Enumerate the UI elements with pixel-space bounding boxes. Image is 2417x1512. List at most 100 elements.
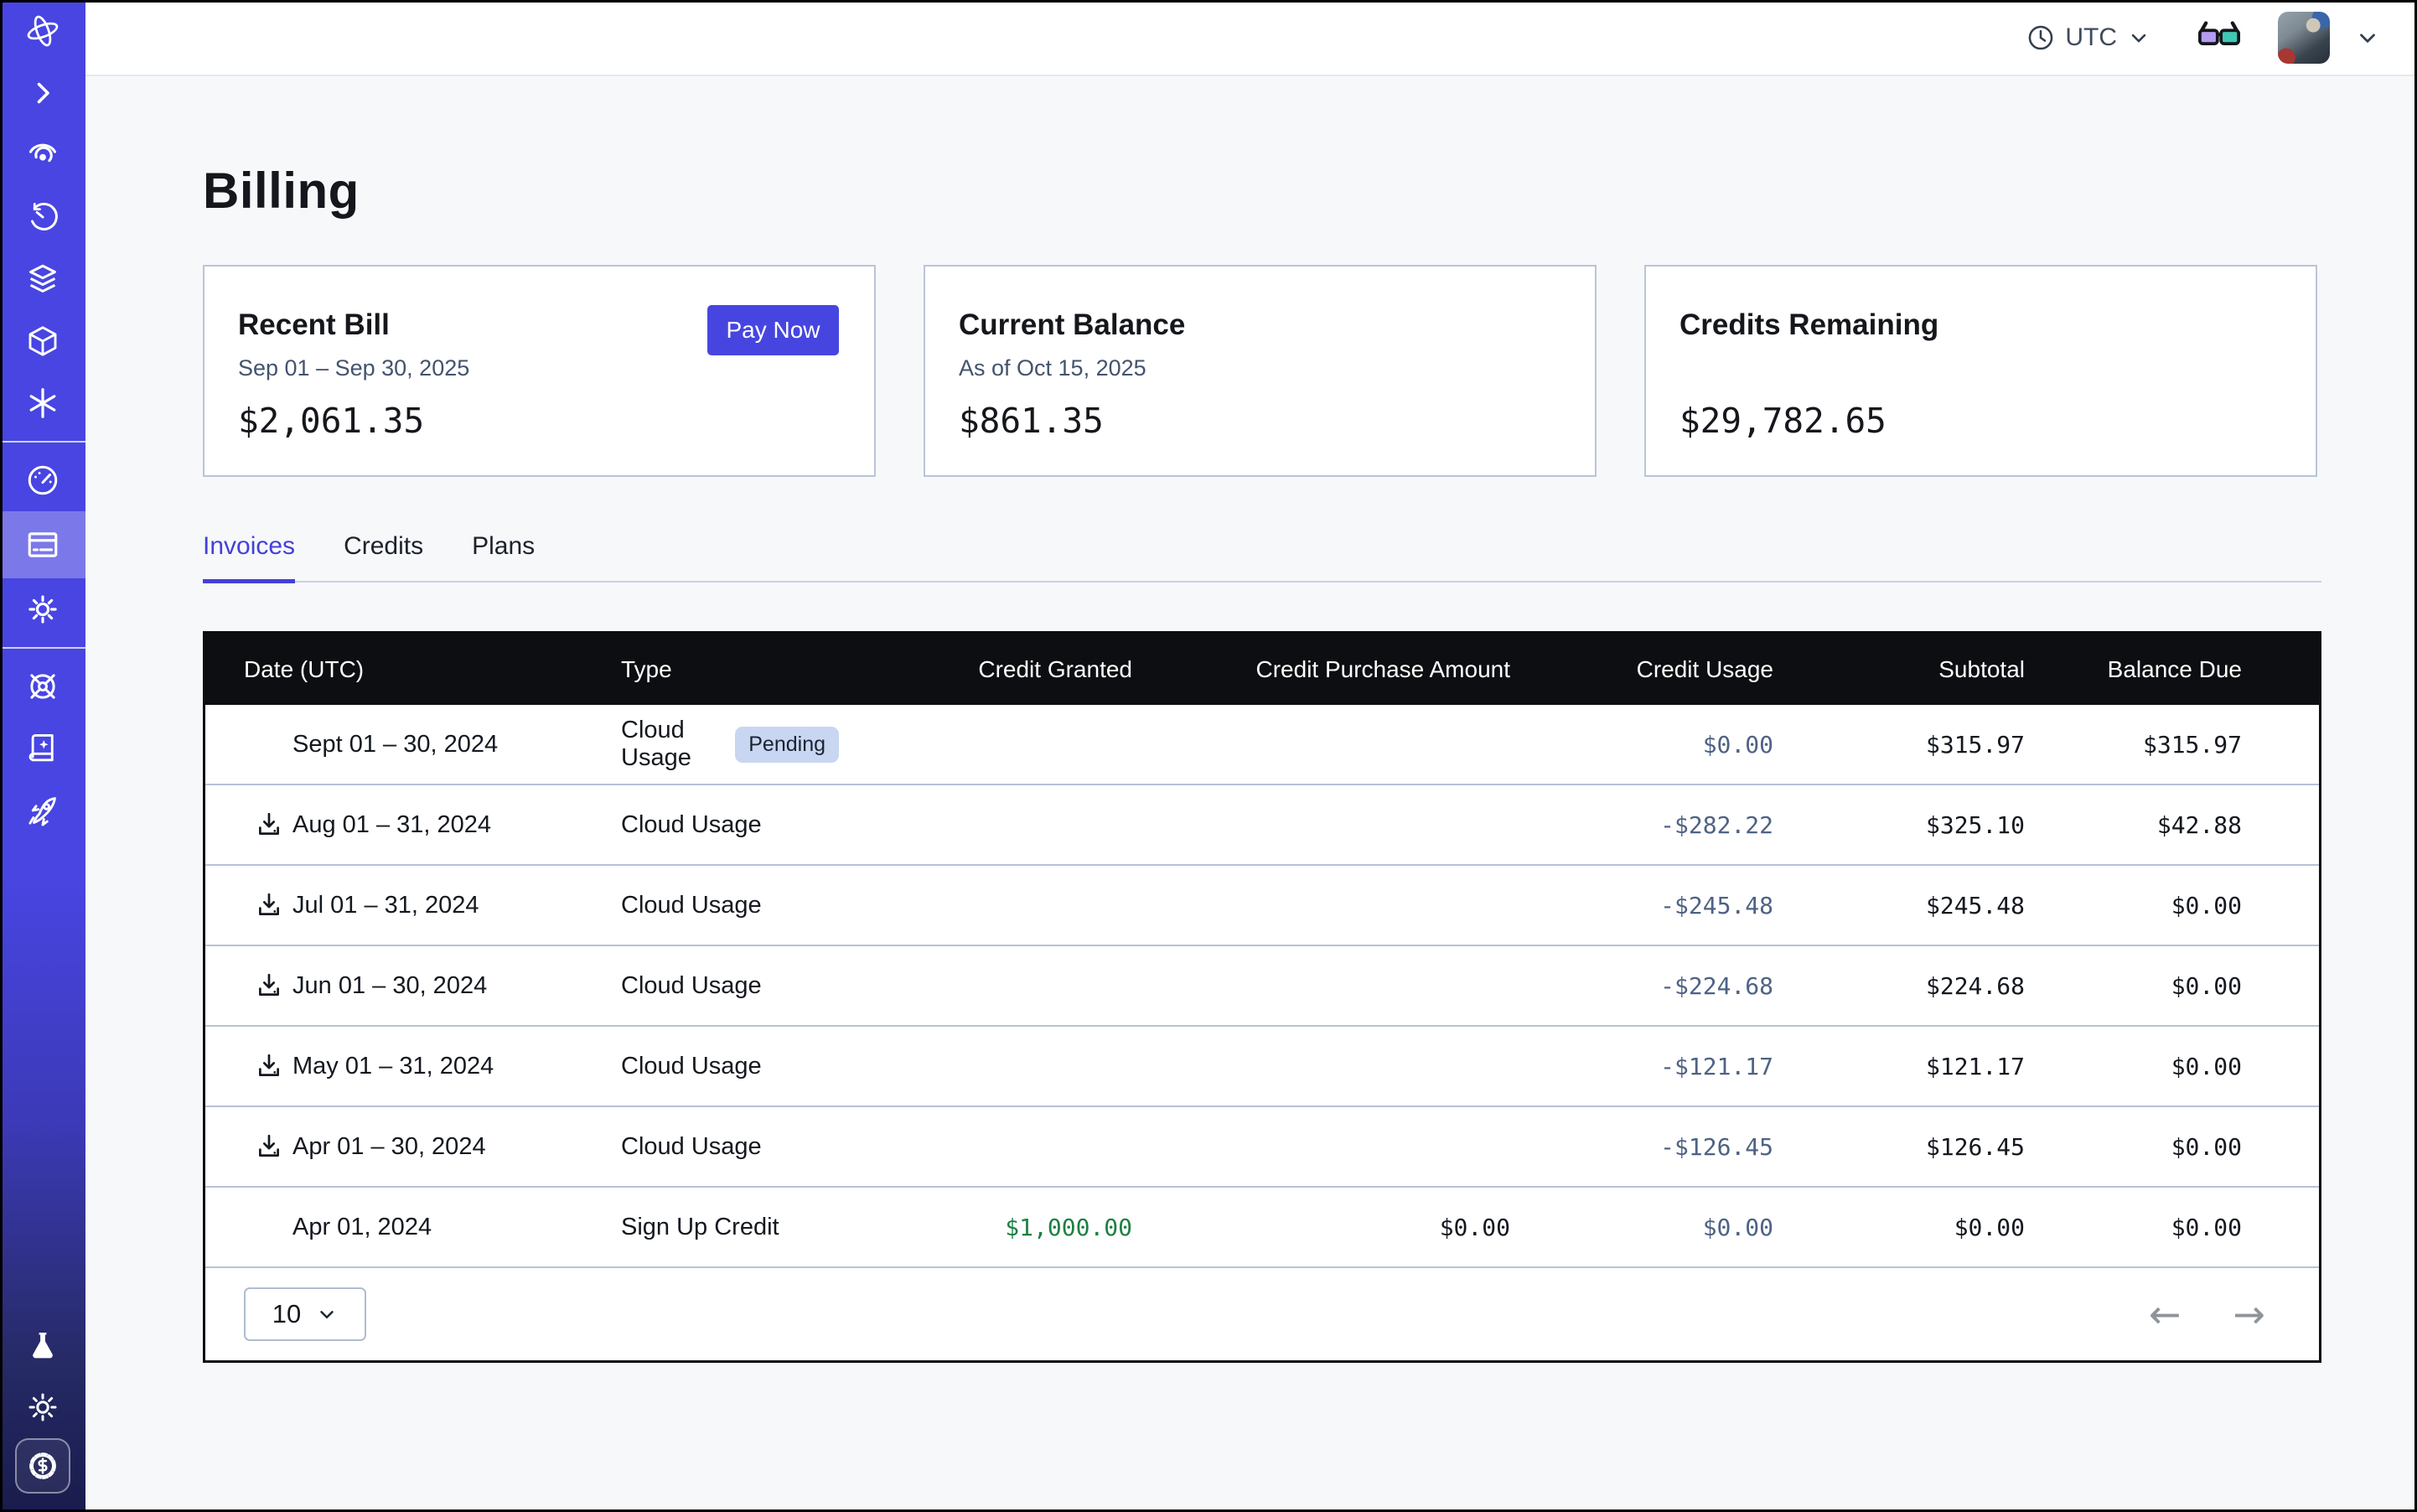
timezone-selector[interactable]: UTC [2026,23,2150,52]
layers-icon[interactable] [0,248,85,310]
col-header-subtotal: Subtotal [1773,656,2025,683]
invoice-period: Apr 01 – 30, 2024 [292,1133,486,1161]
date-cell: Apr 01, 2024 [244,1214,621,1241]
next-page-arrow-icon[interactable]: → [2233,1295,2265,1333]
col-header-balance-due: Balance Due [2025,656,2242,683]
card-subtitle [1679,355,2282,381]
page-size-select[interactable]: 10 [244,1287,366,1341]
sidebar-item-billing[interactable] [0,511,85,578]
type-cell: Cloud Usage [621,1053,839,1080]
credit-usage-value: -$224.68 [1510,972,1773,1000]
recent-bill-card: Recent Bill Sep 01 – Sep 30, 2025 $2,061… [203,265,876,477]
col-header-date: Date (UTC) [244,656,621,683]
download-invoice-icon[interactable] [244,971,292,1000]
history-icon[interactable] [0,186,85,248]
invoice-type: Cloud Usage [621,717,720,772]
tab-invoices[interactable]: Invoices [203,532,295,581]
prev-page-arrow-icon[interactable]: ← [2149,1295,2182,1333]
card-amount: $2,061.35 [238,401,424,441]
date-cell: Jun 01 – 30, 2024 [244,971,621,1000]
card-subtitle: As of Oct 15, 2025 [959,355,1561,381]
invoices-table: Date (UTC) Type Credit Granted Credit Pu… [203,631,2321,1363]
date-cell: Jul 01 – 31, 2024 [244,891,621,919]
invoice-type: Cloud Usage [621,972,762,1000]
download-invoice-icon[interactable] [244,891,292,919]
subtotal-value: $126.45 [1773,1133,2025,1161]
chevron-down-icon [316,1303,338,1325]
user-menu-chevron-icon[interactable] [2355,25,2380,50]
billing-tabs: Invoices Credits Plans [203,532,2321,583]
gauge-icon[interactable] [0,449,85,511]
table-row: Apr 01 – 30, 2024 Cloud Usage -$126.45 $… [205,1107,2319,1188]
invoice-period: Jun 01 – 30, 2024 [292,972,487,1000]
book-sparkle-icon[interactable] [0,717,85,779]
col-header-credit-granted: Credit Granted [839,656,1132,683]
credit-usage-value: -$282.22 [1510,811,1773,839]
app-window: UTC Billing Re [0,0,2417,1512]
credit-usage-value: $0.00 [1510,1214,1773,1241]
3d-glasses-icon[interactable] [2197,18,2241,56]
date-cell: Sept 01 – 30, 2024 [244,731,621,759]
flask-icon[interactable] [0,1314,85,1376]
subtotal-value: $121.17 [1773,1053,2025,1080]
summary-cards: Recent Bill Sep 01 – Sep 30, 2025 $2,061… [203,265,2321,477]
asterisk-icon[interactable] [0,372,85,434]
table-row: Aug 01 – 31, 2024 Cloud Usage -$282.22 $… [205,785,2319,866]
col-header-type: Type [621,656,839,683]
type-cell: Sign Up Credit [621,1214,839,1241]
timezone-label: UTC [2065,23,2117,52]
balance-due-value: $42.88 [2025,811,2242,839]
invoice-period: Sept 01 – 30, 2024 [292,731,498,759]
balance-due-value: $0.00 [2025,1133,2242,1161]
tab-plans[interactable]: Plans [472,532,535,581]
subtotal-value: $325.10 [1773,811,2025,839]
orbit-logo-icon[interactable] [0,0,85,62]
sidebar-divider [0,647,85,649]
table-row: Jun 01 – 30, 2024 Cloud Usage -$224.68 $… [205,946,2319,1027]
download-invoice-icon[interactable] [244,1052,292,1080]
type-cell: Cloud Usage [621,811,839,839]
invoice-period: Jul 01 – 31, 2024 [292,892,479,919]
collapse-chevron-right-icon[interactable] [0,62,85,124]
date-cell: Apr 01 – 30, 2024 [244,1132,621,1161]
user-avatar[interactable] [2278,12,2330,64]
topbar: UTC [85,0,2417,76]
pagination-controls: ← → [2149,1295,2265,1333]
page-size-value: 10 [272,1299,301,1329]
credit-purchase-value: $0.00 [1132,1214,1510,1241]
subtotal-value: $224.68 [1773,972,2025,1000]
date-cell: May 01 – 31, 2024 [244,1052,621,1080]
table-body: Sept 01 – 30, 2024 Cloud Usage Pending $… [205,705,2319,1268]
subtotal-value: $245.48 [1773,892,2025,919]
col-header-credit-usage: Credit Usage [1510,656,1773,683]
invoice-period: Aug 01 – 31, 2024 [292,811,491,839]
rocket-icon[interactable] [0,779,85,841]
card-title: Current Balance [959,308,1561,342]
observe-icon[interactable] [0,124,85,186]
type-cell: Cloud Usage Pending [621,717,839,772]
invoice-type: Cloud Usage [621,1053,762,1080]
table-row: Sept 01 – 30, 2024 Cloud Usage Pending $… [205,705,2319,785]
theme-sun-icon[interactable] [0,1376,85,1438]
settings-gear-icon[interactable] [0,578,85,640]
credit-usage-value: -$126.45 [1510,1133,1773,1161]
download-invoice-icon[interactable] [244,810,292,839]
col-header-credit-purchase: Credit Purchase Amount [1132,656,1510,683]
invoice-type: Cloud Usage [621,1133,762,1161]
helm-wheel-icon[interactable] [0,655,85,717]
table-header-row: Date (UTC) Type Credit Granted Credit Pu… [205,634,2319,705]
table-row: Jul 01 – 31, 2024 Cloud Usage -$245.48 $… [205,866,2319,946]
status-badge: Pending [735,727,839,763]
tab-credits[interactable]: Credits [344,532,423,581]
table-row: Apr 01, 2024 Sign Up Credit $1,000.00 $0… [205,1188,2319,1268]
credit-granted-value: $1,000.00 [839,1214,1132,1241]
credits-dollar-badge-button[interactable] [15,1438,70,1494]
invoice-type: Cloud Usage [621,811,762,839]
credit-usage-value: -$245.48 [1510,892,1773,919]
sidebar [0,0,85,1512]
invoice-type: Sign Up Credit [621,1214,779,1241]
subtotal-value: $0.00 [1773,1214,2025,1241]
pay-now-button[interactable]: Pay Now [707,305,839,355]
download-invoice-icon[interactable] [244,1132,292,1161]
cube-icon[interactable] [0,310,85,372]
